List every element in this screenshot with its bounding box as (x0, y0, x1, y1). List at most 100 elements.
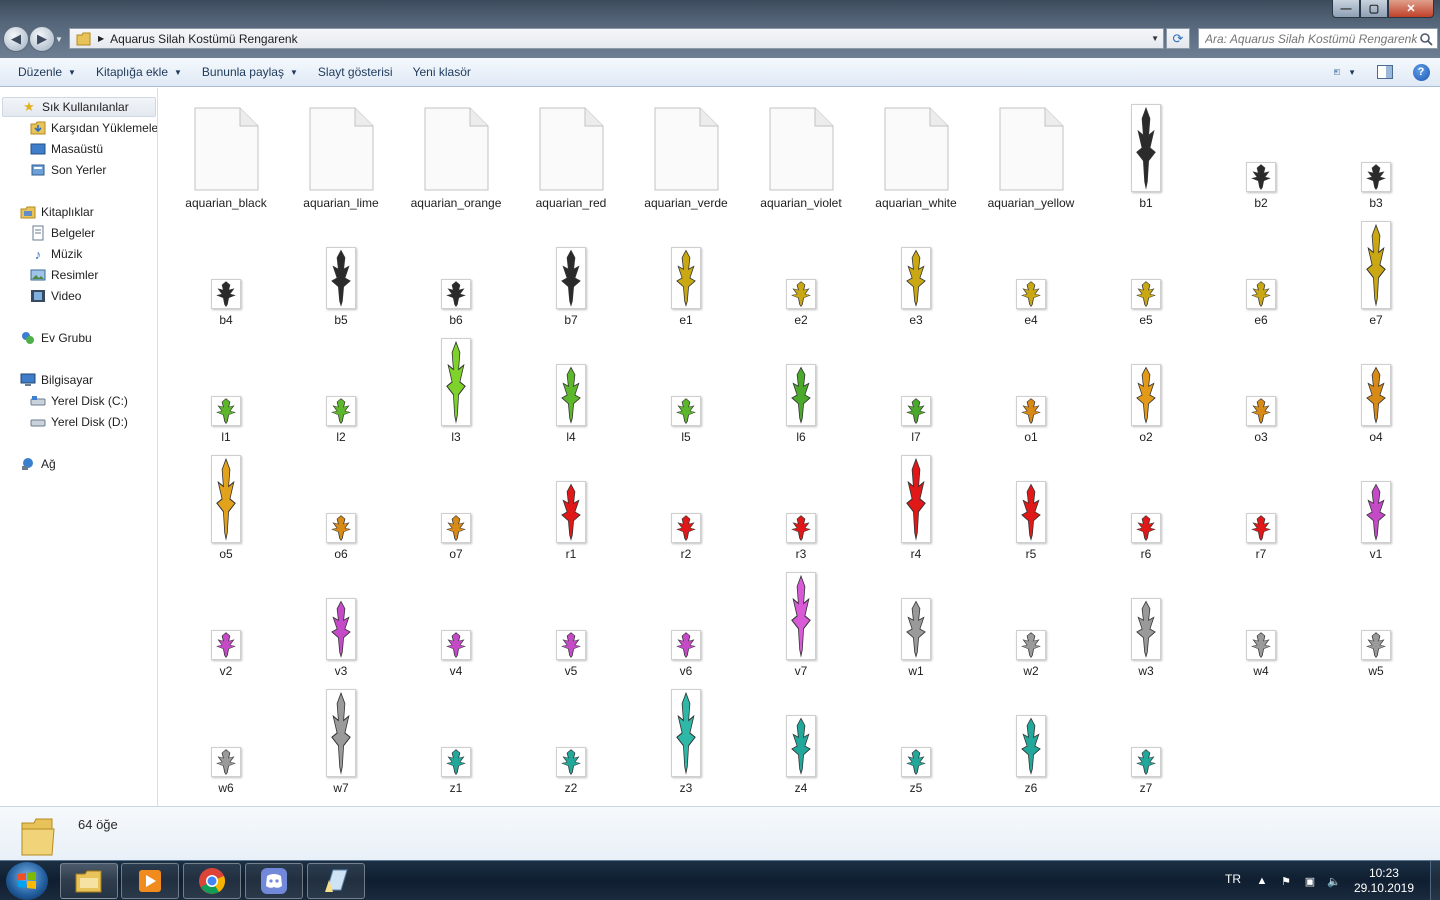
taskbar-notes-app[interactable] (307, 863, 365, 899)
file-item[interactable]: w4 (1206, 566, 1316, 678)
file-item[interactable]: o7 (401, 449, 511, 561)
minimize-button[interactable]: — (1332, 0, 1360, 18)
file-item[interactable]: e2 (746, 215, 856, 327)
address-bar[interactable]: ▶ Aquarus Silah Kostümü Rengarenk ▼ (69, 28, 1164, 49)
file-item[interactable]: e3 (861, 215, 971, 327)
recent-pages-dropdown[interactable]: ▼ (55, 26, 65, 52)
nav-documents[interactable]: Belgeler (30, 223, 95, 243)
file-item[interactable]: b7 (516, 215, 626, 327)
file-item[interactable]: r2 (631, 449, 741, 561)
file-item[interactable]: v6 (631, 566, 741, 678)
organize-menu[interactable]: Düzenle ▼ (8, 61, 86, 83)
search-box[interactable] (1198, 28, 1438, 49)
language-indicator[interactable]: TR (1225, 872, 1241, 886)
taskbar-media-player[interactable] (121, 863, 179, 899)
start-button[interactable] (6, 862, 48, 900)
file-item[interactable]: w1 (861, 566, 971, 678)
network-tray-icon[interactable]: ▣ (1302, 873, 1318, 889)
new-folder-button[interactable]: Yeni klasör (403, 61, 481, 83)
nav-favorites[interactable]: ★ Sık Kullanılanlar (2, 97, 156, 117)
taskbar-discord[interactable] (245, 863, 303, 899)
search-icon[interactable] (1419, 32, 1433, 46)
file-item[interactable]: l7 (861, 332, 971, 444)
file-item[interactable]: z5 (861, 683, 971, 795)
nav-pictures[interactable]: Resimler (30, 265, 98, 285)
nav-videos[interactable]: Video (30, 286, 81, 306)
nav-desktop[interactable]: Masaüstü (30, 139, 103, 159)
file-item[interactable]: z4 (746, 683, 856, 795)
nav-libraries[interactable]: Kitaplıklar (20, 202, 94, 222)
file-item[interactable]: l6 (746, 332, 856, 444)
slideshow-button[interactable]: Slayt gösterisi (308, 61, 403, 83)
file-item[interactable]: v4 (401, 566, 511, 678)
file-item[interactable]: v5 (516, 566, 626, 678)
forward-button[interactable]: ▶ (29, 26, 55, 52)
file-item[interactable]: r6 (1091, 449, 1201, 561)
help-button[interactable]: ? (1410, 62, 1432, 82)
share-with-menu[interactable]: Bununla paylaş ▼ (192, 61, 308, 83)
file-item[interactable]: aquarian_lime (286, 98, 396, 210)
volume-icon[interactable]: 🔈 (1326, 873, 1342, 889)
file-item[interactable]: aquarian_verde (631, 98, 741, 210)
maximize-button[interactable]: ▢ (1360, 0, 1388, 18)
file-item[interactable]: l4 (516, 332, 626, 444)
file-item[interactable]: w7 (286, 683, 396, 795)
file-item[interactable]: r5 (976, 449, 1086, 561)
file-item[interactable]: aquarian_white (861, 98, 971, 210)
file-item[interactable]: e1 (631, 215, 741, 327)
file-item[interactable]: z2 (516, 683, 626, 795)
address-dropdown-icon[interactable]: ▼ (1151, 34, 1159, 43)
file-item[interactable]: r3 (746, 449, 856, 561)
nav-homegroup[interactable]: Ev Grubu (20, 328, 92, 348)
file-item[interactable]: o5 (171, 449, 281, 561)
nav-recent[interactable]: Son Yerler (30, 160, 106, 180)
file-item[interactable]: v1 (1321, 449, 1431, 561)
file-item[interactable]: z1 (401, 683, 511, 795)
file-item[interactable]: e5 (1091, 215, 1201, 327)
file-item[interactable]: b3 (1321, 98, 1431, 210)
file-item[interactable]: w3 (1091, 566, 1201, 678)
file-item[interactable]: o2 (1091, 332, 1201, 444)
taskbar-file-explorer[interactable] (60, 863, 118, 899)
file-item[interactable]: e6 (1206, 215, 1316, 327)
nav-downloads[interactable]: Karşıdan Yüklemeler (30, 118, 157, 138)
search-input[interactable] (1205, 31, 1417, 46)
file-item[interactable]: b5 (286, 215, 396, 327)
file-item[interactable]: b6 (401, 215, 511, 327)
file-item[interactable]: aquarian_red (516, 98, 626, 210)
close-button[interactable]: ✕ (1388, 0, 1434, 18)
file-item[interactable]: w6 (171, 683, 281, 795)
refresh-button[interactable]: ⟳ (1166, 28, 1190, 49)
nav-disk-d[interactable]: Yerel Disk (D:) (30, 412, 128, 432)
preview-pane-button[interactable] (1374, 62, 1396, 82)
file-item[interactable]: o1 (976, 332, 1086, 444)
file-item[interactable]: o4 (1321, 332, 1431, 444)
file-item[interactable]: o6 (286, 449, 396, 561)
file-item[interactable]: w2 (976, 566, 1086, 678)
file-item[interactable]: l3 (401, 332, 511, 444)
breadcrumb-current[interactable]: Aquarus Silah Kostümü Rengarenk (110, 32, 297, 46)
file-item[interactable]: v3 (286, 566, 396, 678)
nav-music[interactable]: ♪ Müzik (30, 244, 83, 264)
file-item[interactable]: aquarian_orange (401, 98, 511, 210)
taskbar-chrome[interactable] (183, 863, 241, 899)
file-item[interactable]: b4 (171, 215, 281, 327)
show-hidden-icons-icon[interactable]: ▲ (1254, 873, 1270, 889)
nav-network[interactable]: Ağ (20, 454, 56, 474)
file-item[interactable]: r7 (1206, 449, 1316, 561)
file-item[interactable]: l5 (631, 332, 741, 444)
file-item[interactable]: v7 (746, 566, 856, 678)
file-item[interactable]: z6 (976, 683, 1086, 795)
file-item[interactable]: z7 (1091, 683, 1201, 795)
include-library-menu[interactable]: Kitaplığa ekle ▼ (86, 61, 192, 83)
file-item[interactable]: aquarian_violet (746, 98, 856, 210)
breadcrumb-separator-icon[interactable]: ▶ (98, 34, 104, 43)
file-item[interactable]: w5 (1321, 566, 1431, 678)
file-item[interactable]: l1 (171, 332, 281, 444)
file-item[interactable]: v2 (171, 566, 281, 678)
nav-computer[interactable]: Bilgisayar (20, 370, 93, 390)
file-item[interactable]: o3 (1206, 332, 1316, 444)
file-item[interactable]: aquarian_yellow (976, 98, 1086, 210)
file-item[interactable]: b1 (1091, 98, 1201, 210)
back-button[interactable]: ◀ (3, 26, 29, 52)
